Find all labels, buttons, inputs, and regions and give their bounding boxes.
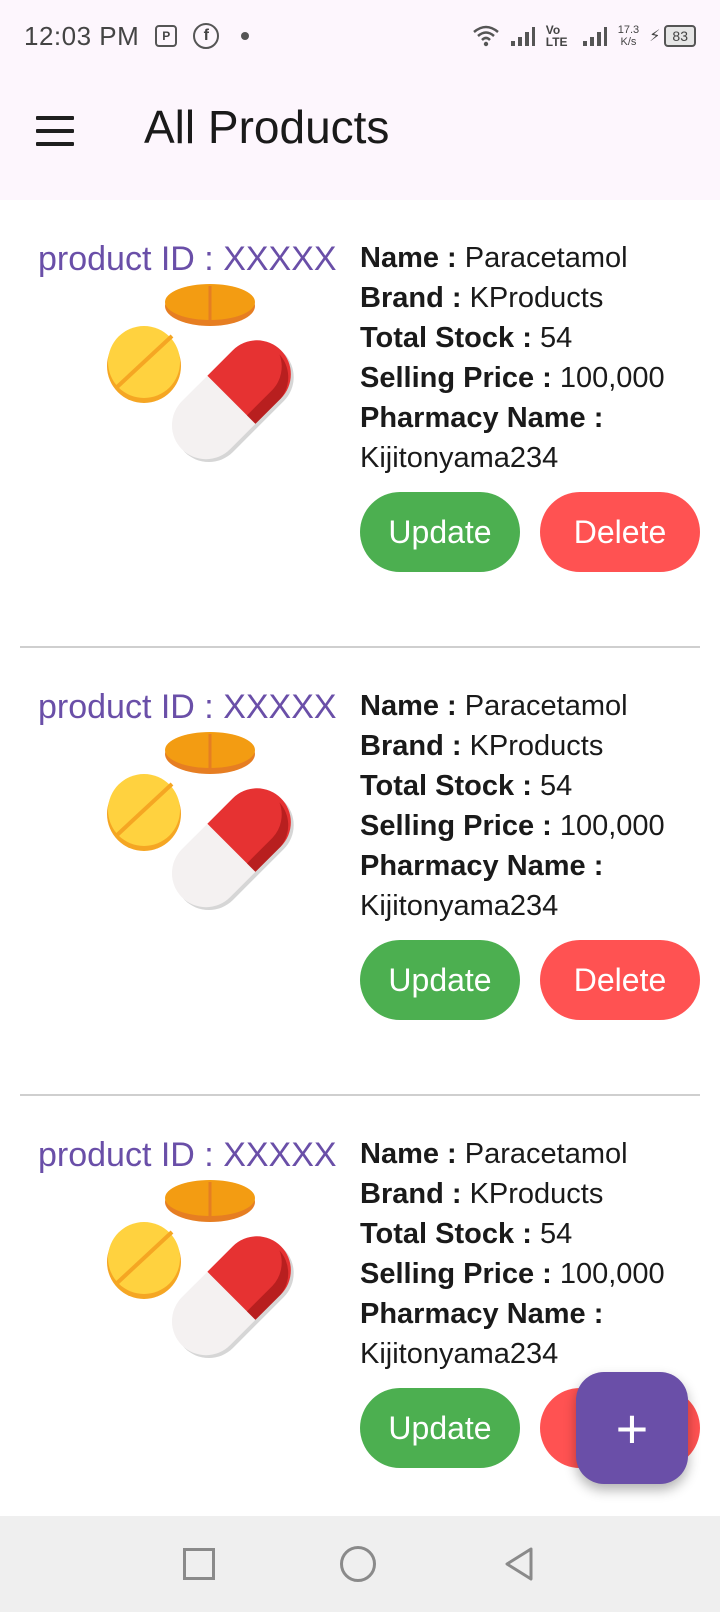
network-speed-unit: K/s — [620, 36, 637, 48]
brand-label: Brand : — [360, 282, 462, 314]
pills-icon — [107, 1180, 294, 1359]
product-stock: 54 — [539, 1218, 573, 1250]
battery-level: 83 — [664, 25, 696, 47]
brand-label: Brand : — [360, 1178, 462, 1210]
name-label: Name : — [360, 690, 457, 722]
more-notifications-icon — [241, 32, 250, 40]
update-button[interactable]: Update — [360, 492, 520, 572]
add-product-fab[interactable]: + — [576, 1372, 688, 1484]
product-price: 100,000 — [559, 1258, 665, 1290]
product-stock: 54 — [539, 770, 573, 802]
product-id: product ID : XXXXX — [38, 688, 337, 726]
add-icon: + — [615, 1396, 649, 1460]
notification-app-icon: P — [155, 25, 178, 47]
hamburger-menu-icon[interactable] — [36, 116, 74, 146]
system-nav-bar — [0, 1516, 720, 1612]
product-card: product ID : XXXXX Name : Paracetamol Br… — [20, 200, 700, 648]
update-button[interactable]: Update — [360, 940, 520, 1020]
product-actions: Update Delete — [360, 492, 700, 572]
product-card: product ID : XXXXX Name : Paracetamol Br… — [20, 648, 700, 1096]
facebook-icon: f — [193, 23, 220, 49]
selling-price-label: Selling Price : — [360, 1258, 552, 1290]
network-speed: 17.3 K/s — [618, 24, 639, 48]
selling-price-label: Selling Price : — [360, 362, 552, 394]
product-details: Name : Paracetamol Brand : KProducts Tot… — [360, 1134, 690, 1374]
app-bar: All Products — [0, 72, 720, 200]
product-list: product ID : XXXXX Name : Paracetamol Br… — [0, 200, 720, 1544]
product-price: 100,000 — [559, 810, 665, 842]
pills-icon — [107, 732, 294, 911]
brand-label: Brand : — [360, 730, 462, 762]
charging-icon: ⚡ — [649, 28, 661, 45]
pharmacy-name-label: Pharmacy Name : — [360, 402, 604, 434]
total-stock-label: Total Stock : — [360, 322, 532, 354]
product-price: 100,000 — [559, 362, 665, 394]
signal-icon — [510, 27, 535, 46]
pharmacy-name: Kijitonyama234 — [360, 442, 559, 474]
battery: ⚡ 83 — [649, 25, 696, 47]
name-label: Name : — [360, 1138, 457, 1170]
product-name: Paracetamol — [464, 690, 628, 722]
pharmacy-name-label: Pharmacy Name : — [360, 1298, 604, 1330]
product-actions: Update Delete — [360, 940, 700, 1020]
product-details: Name : Paracetamol Brand : KProducts Tot… — [360, 686, 690, 926]
product-brand: KProducts — [469, 730, 604, 762]
product-name: Paracetamol — [464, 242, 628, 274]
product-brand: KProducts — [469, 1178, 604, 1210]
network-speed-value: 17.3 — [617, 24, 640, 36]
name-label: Name : — [360, 242, 457, 274]
product-name: Paracetamol — [464, 1138, 628, 1170]
home-icon[interactable] — [339, 1546, 376, 1582]
total-stock-label: Total Stock : — [360, 770, 532, 802]
page-title: All Products — [144, 101, 390, 153]
pharmacy-name: Kijitonyama234 — [360, 890, 559, 922]
selling-price-label: Selling Price : — [360, 810, 552, 842]
product-details: Name : Paracetamol Brand : KProducts Tot… — [360, 238, 690, 478]
volte-icon: Vo LTE — [545, 23, 568, 49]
pharmacy-name: Kijitonyama234 — [360, 1338, 559, 1370]
delete-button[interactable]: Delete — [540, 940, 700, 1020]
total-stock-label: Total Stock : — [360, 1218, 532, 1250]
status-bar: 12:03 PM P f Vo LTE 17.3 K/s ⚡ 83 — [0, 0, 720, 72]
update-button[interactable]: Update — [360, 1388, 520, 1468]
back-icon[interactable] — [501, 1546, 537, 1582]
signal-2-icon — [582, 27, 607, 46]
product-stock: 54 — [539, 322, 573, 354]
product-brand: KProducts — [469, 282, 604, 314]
status-time: 12:03 PM — [24, 20, 140, 51]
wifi-icon — [472, 25, 499, 47]
product-id: product ID : XXXXX — [38, 240, 337, 278]
recent-apps-icon[interactable] — [182, 1548, 215, 1580]
pills-icon — [107, 284, 294, 463]
delete-button[interactable]: Delete — [540, 492, 700, 572]
product-id: product ID : XXXXX — [38, 1136, 337, 1174]
pharmacy-name-label: Pharmacy Name : — [360, 850, 604, 882]
